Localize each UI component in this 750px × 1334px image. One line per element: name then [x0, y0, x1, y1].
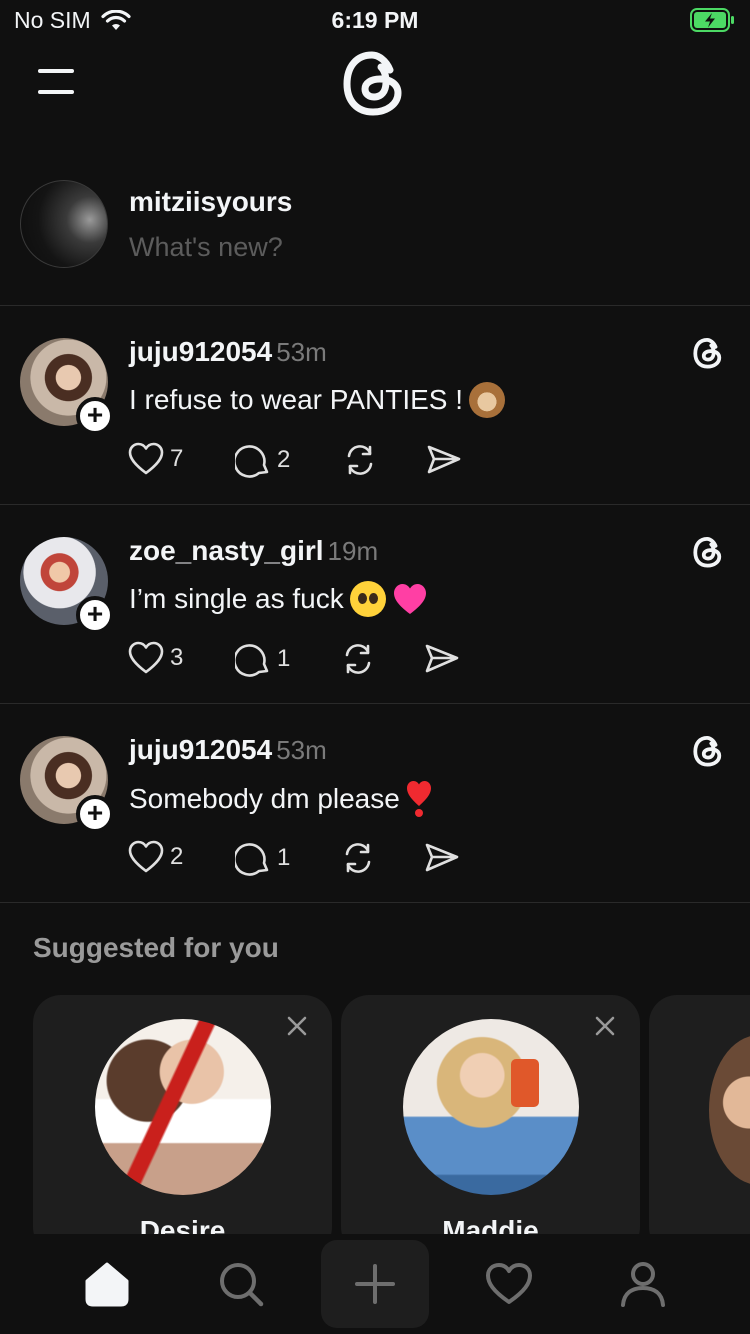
post-text: Somebody dm please	[129, 780, 432, 818]
avatar[interactable]	[403, 1019, 579, 1195]
like-button[interactable]: 7	[128, 442, 183, 476]
avatar[interactable]	[709, 1035, 750, 1185]
composer-username: mitziisyours	[129, 186, 293, 217]
repost-icon	[347, 445, 373, 475]
tab-bar	[0, 1234, 750, 1334]
threads-icon	[693, 735, 722, 767]
tab-activity[interactable]	[464, 1246, 554, 1322]
like-count: 2	[170, 843, 184, 870]
repost-icon	[345, 843, 371, 873]
follow-plus-icon[interactable]: +	[76, 596, 114, 634]
follow-plus-icon[interactable]: +	[76, 795, 114, 833]
comment-icon	[235, 843, 269, 876]
post-username-label: zoe_nasty_girl	[129, 535, 324, 566]
repost-button[interactable]	[340, 840, 376, 876]
home-icon	[85, 1262, 129, 1307]
whats-new-input[interactable]: What's new?	[129, 232, 283, 263]
post-username-label: juju912054	[129, 734, 273, 765]
threads-icon	[693, 337, 722, 369]
post-time: 53m	[276, 735, 327, 765]
repost-icon	[345, 644, 371, 674]
heart-icon	[128, 641, 164, 674]
avatar[interactable]	[95, 1019, 271, 1195]
heart-icon	[486, 1263, 532, 1304]
post-actions: 7 2	[128, 442, 528, 486]
comment-icon	[235, 445, 269, 478]
post-text-label: I refuse to wear PANTIES !	[129, 384, 464, 415]
reply-button[interactable]: 1	[235, 641, 290, 677]
heart-exclamation-emoji	[406, 781, 431, 817]
status-bar: No SIM 6:19 PM	[0, 0, 750, 42]
post-time: 19m	[327, 536, 379, 566]
post-text-label: Somebody dm please	[129, 783, 400, 814]
reply-button[interactable]: 2	[235, 442, 290, 478]
hamburger-icon[interactable]	[38, 66, 74, 98]
plus-icon	[355, 1264, 395, 1304]
pleading-face-emoji	[349, 581, 386, 617]
share-button[interactable]	[424, 840, 460, 876]
share-button[interactable]	[424, 641, 460, 677]
reply-count: 1	[277, 844, 291, 871]
like-button[interactable]: 3	[128, 641, 183, 675]
tab-profile[interactable]	[598, 1246, 688, 1322]
tab-new-thread[interactable]	[321, 1240, 429, 1328]
battery-charging-icon	[690, 8, 734, 32]
post-time: 53m	[276, 337, 327, 367]
post-username[interactable]: zoe_nasty_girl 19m	[129, 535, 378, 567]
search-icon	[220, 1263, 264, 1307]
send-icon	[427, 445, 461, 474]
profile-icon	[621, 1262, 665, 1307]
heart-icon	[128, 442, 164, 475]
reply-count: 1	[277, 645, 291, 672]
suggested-card[interactable]: Fa	[649, 995, 750, 1255]
close-icon[interactable]	[594, 1015, 616, 1037]
threads-logo-icon[interactable]	[340, 48, 408, 118]
threads-home-screen: No SIM 6:19 PM mitziisyours What's new?	[0, 0, 750, 1334]
suggested-card[interactable]: Maddie	[341, 995, 640, 1255]
reply-count: 2	[277, 446, 291, 473]
reply-button[interactable]: 1	[235, 840, 290, 876]
suggested-card[interactable]: Desire	[33, 995, 332, 1255]
post-text-label: I’m single as fuck	[129, 583, 344, 614]
like-count: 3	[170, 644, 184, 671]
like-button[interactable]: 2	[128, 840, 183, 874]
post-actions: 2 1	[128, 840, 528, 884]
close-icon[interactable]	[286, 1015, 308, 1037]
send-icon	[425, 843, 459, 872]
like-count: 7	[170, 445, 184, 472]
tab-search[interactable]	[196, 1246, 286, 1322]
repost-button[interactable]	[340, 641, 376, 677]
composer[interactable]: mitziisyours What's new?	[0, 170, 750, 306]
avatar[interactable]	[20, 180, 108, 268]
post-username[interactable]: juju912054 53m	[129, 734, 327, 766]
post-text: I’m single as fuck	[129, 581, 428, 617]
threads-icon	[693, 536, 722, 568]
status-time: 6:19 PM	[331, 7, 419, 33]
growing-heart-emoji	[393, 584, 426, 614]
post[interactable]: + zoe_nasty_girl 19m I’m single as fuck 3…	[0, 505, 750, 704]
see-no-evil-monkey-emoji	[469, 382, 506, 418]
post-username[interactable]: juju912054 53m	[129, 336, 327, 368]
post-username-label: juju912054	[129, 336, 273, 367]
post-actions: 3 1	[128, 641, 528, 685]
post[interactable]: + juju912054 53m Somebody dm please 2 1	[0, 704, 750, 903]
send-icon	[425, 644, 459, 673]
follow-plus-icon[interactable]: +	[76, 397, 114, 435]
repost-button[interactable]	[342, 442, 378, 478]
comment-icon	[235, 644, 269, 677]
heart-icon	[128, 840, 164, 873]
tab-home[interactable]	[62, 1246, 152, 1322]
share-button[interactable]	[426, 442, 462, 478]
suggested-title: Suggested for you	[33, 932, 279, 963]
post-text: I refuse to wear PANTIES !	[129, 382, 506, 418]
post[interactable]: + juju912054 53m I refuse to wear PANTIES…	[0, 306, 750, 505]
